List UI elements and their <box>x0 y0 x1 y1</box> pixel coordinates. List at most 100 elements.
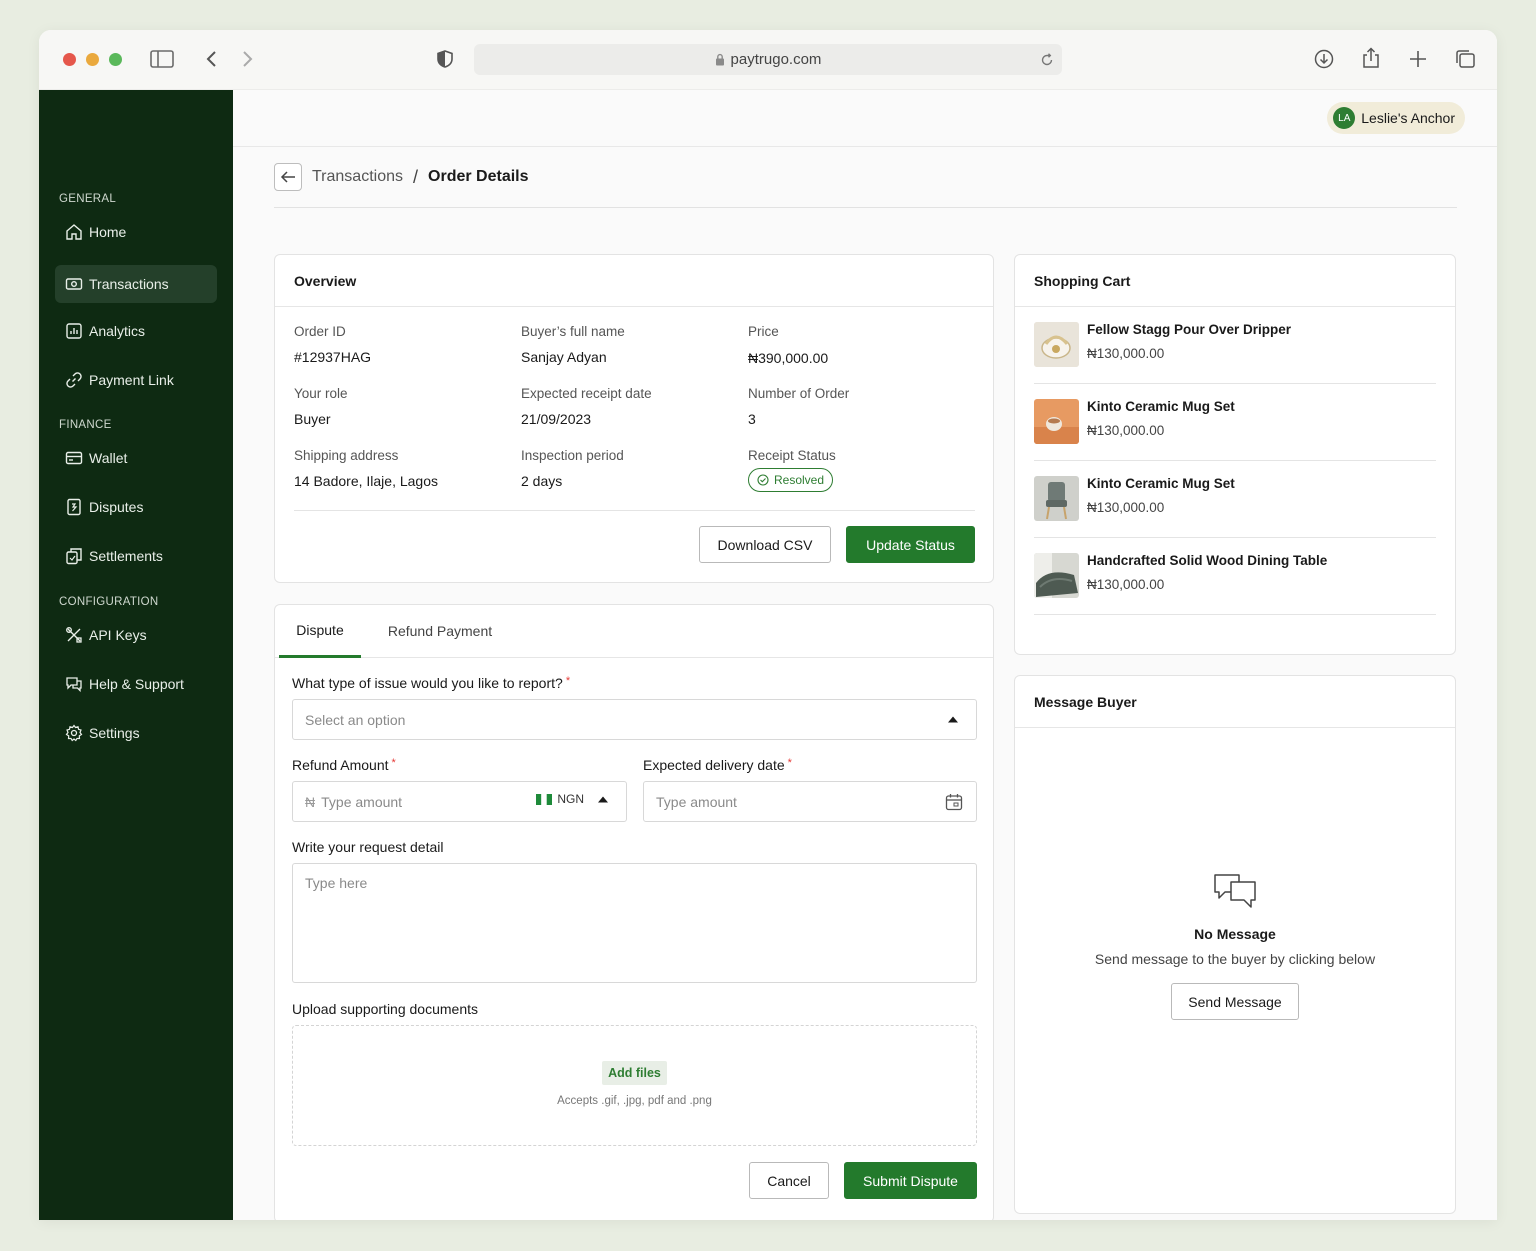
cart-item[interactable]: Kinto Ceramic Mug Set ₦130,000.00 <box>1034 384 1436 461</box>
breadcrumb-current: Order Details <box>428 168 529 185</box>
cart-item-name: Kinto Ceramic Mug Set <box>1087 399 1235 414</box>
new-tab-icon[interactable] <box>1407 48 1429 70</box>
settings-icon <box>65 724 83 742</box>
cart-item-name: Handcrafted Solid Wood Dining Table <box>1087 553 1328 568</box>
close-window-dot[interactable] <box>63 53 76 66</box>
cancel-button[interactable]: Cancel <box>749 1162 829 1199</box>
sidebar-item-disputes[interactable]: Disputes <box>55 488 217 526</box>
role-label: Your role <box>294 386 348 401</box>
cart-item[interactable]: Fellow Stagg Pour Over Dripper ₦130,000.… <box>1034 307 1436 384</box>
order-count-value: 3 <box>748 411 756 427</box>
shipping-value: 14 Badore, Ilaje, Lagos <box>294 473 438 489</box>
share-icon[interactable] <box>1360 46 1382 70</box>
issue-type-label: What type of issue would you like to rep… <box>292 675 571 691</box>
back-nav-icon[interactable] <box>201 48 221 70</box>
maximize-window-dot[interactable] <box>109 53 122 66</box>
sidebar-item-wallet[interactable]: Wallet <box>55 439 217 477</box>
refund-amount-input[interactable]: ₦ Type amount NGN <box>292 781 627 822</box>
chat-bubbles-icon <box>1214 874 1256 908</box>
cart-item-price: ₦130,000.00 <box>1087 500 1165 515</box>
sidebar-item-settings[interactable]: Settings <box>55 714 217 752</box>
request-detail-label: Write your request detail <box>292 839 444 855</box>
status-badge: Resolved <box>748 468 834 492</box>
browser-window: paytrugo.com GENERAL Home Transactions A… <box>39 30 1497 1220</box>
issue-type-select[interactable]: Select an option <box>292 699 977 740</box>
sidebar-section-finance: FINANCE <box>59 419 112 431</box>
no-message-title: No Message <box>1194 926 1276 942</box>
sidebar-item-analytics[interactable]: Analytics <box>55 312 217 350</box>
lock-icon <box>715 53 724 66</box>
sidebar-item-label: Help & Support <box>89 676 184 692</box>
arrow-left-icon <box>280 171 295 183</box>
submit-dispute-button[interactable]: Submit Dispute <box>844 1162 977 1199</box>
breadcrumb-transactions-link[interactable]: Transactions <box>312 168 403 186</box>
overview-card: Overview Order ID #12937HAG Buyer’s full… <box>274 254 994 583</box>
receipt-status-label: Receipt Status <box>748 448 836 463</box>
disputes-icon <box>67 498 81 516</box>
browser-toolbar: paytrugo.com <box>39 30 1497 90</box>
role-value: Buyer <box>294 411 331 427</box>
address-bar[interactable]: paytrugo.com <box>474 44 1062 75</box>
upload-dropzone[interactable]: Add files Accepts .gif, .jpg, pdf and .p… <box>292 1025 977 1146</box>
caret-up-icon <box>598 796 608 802</box>
refund-amount-placeholder: Type amount <box>321 793 403 810</box>
reload-icon[interactable] <box>1040 52 1054 67</box>
request-detail-placeholder: Type here <box>305 875 368 891</box>
nigeria-flag-icon <box>536 793 553 805</box>
sidebar-item-settlements[interactable]: Settlements <box>55 537 217 575</box>
request-detail-textarea[interactable]: Type here <box>292 863 977 983</box>
no-message-subtitle: Send message to the buyer by clicking be… <box>1094 951 1376 967</box>
check-circle-icon <box>757 474 769 486</box>
user-menu[interactable]: LA Leslie's Anchor <box>1327 102 1465 134</box>
cart-item[interactable]: Kinto Ceramic Mug Set ₦130,000.00 <box>1034 461 1436 538</box>
sidebar-item-label: Analytics <box>89 323 146 339</box>
dispute-card: Dispute Refund Payment What type of issu… <box>274 604 994 1220</box>
minimize-window-dot[interactable] <box>86 53 99 66</box>
download-csv-button[interactable]: Download CSV <box>699 526 831 563</box>
cart-item[interactable]: Handcrafted Solid Wood Dining Table ₦130… <box>1034 538 1436 615</box>
main-content: Transactions / Order Details Overview Or… <box>233 147 1497 1220</box>
sidebar-item-help-support[interactable]: Help & Support <box>55 665 217 703</box>
sidebar-toggle-icon[interactable] <box>149 48 175 70</box>
api-keys-icon <box>66 627 82 643</box>
add-files-button[interactable]: Add files <box>602 1061 667 1085</box>
sidebar-section-general: GENERAL <box>59 193 117 205</box>
cart-item-price: ₦130,000.00 <box>1087 346 1165 361</box>
cart-item-name: Fellow Stagg Pour Over Dripper <box>1087 322 1292 337</box>
sidebar-item-api-keys[interactable]: API Keys <box>55 616 217 654</box>
update-status-button[interactable]: Update Status <box>846 526 975 563</box>
sidebar-item-label: Wallet <box>89 450 128 466</box>
tabs-overview-icon[interactable] <box>1453 48 1477 70</box>
url-text: paytrugo.com <box>730 51 822 68</box>
analytics-icon <box>66 323 82 339</box>
transactions-icon <box>65 278 83 290</box>
issue-type-placeholder: Select an option <box>305 711 406 728</box>
receipt-date-value: 21/09/2023 <box>521 411 592 427</box>
receipt-date-label: Expected receipt date <box>521 386 652 401</box>
naira-symbol: ₦ <box>305 793 316 810</box>
back-button[interactable] <box>274 163 302 191</box>
tab-dispute[interactable]: Dispute <box>279 605 361 658</box>
sidebar-item-home[interactable]: Home <box>55 213 217 251</box>
shipping-label: Shipping address <box>294 448 399 463</box>
app-header: LA Leslie's Anchor <box>233 90 1497 147</box>
overview-title: Overview <box>275 255 993 307</box>
send-message-button[interactable]: Send Message <box>1171 983 1299 1020</box>
sidebar-item-payment-link[interactable]: Payment Link <box>55 361 217 399</box>
sidebar-item-label: Settlements <box>89 548 163 564</box>
avatar: LA <box>1333 107 1356 129</box>
link-icon <box>66 372 82 388</box>
download-icon[interactable] <box>1313 48 1335 70</box>
forward-nav-icon[interactable] <box>238 48 258 70</box>
shield-icon[interactable] <box>434 48 456 70</box>
delivery-date-input[interactable]: Type amount <box>643 781 977 822</box>
sidebar-item-label: Settings <box>89 725 140 741</box>
sidebar-item-transactions[interactable]: Transactions <box>55 265 217 303</box>
currency-code: NGN <box>557 792 584 806</box>
product-thumbnail <box>1034 399 1079 444</box>
tab-refund-payment[interactable]: Refund Payment <box>379 605 501 657</box>
currency-select[interactable]: NGN <box>536 792 608 806</box>
caret-up-icon <box>948 716 958 723</box>
calendar-icon[interactable] <box>945 793 963 811</box>
settlements-icon <box>66 548 82 565</box>
